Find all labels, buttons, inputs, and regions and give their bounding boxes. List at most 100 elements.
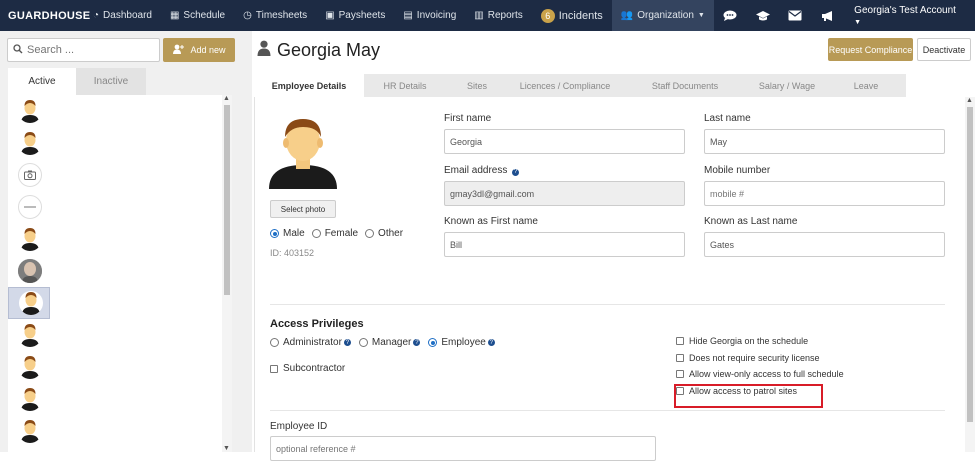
option-view-only-schedule[interactable]: Allow view-only access to full schedule	[676, 369, 844, 379]
email-field[interactable]	[444, 181, 685, 206]
last-name-label: Last name	[704, 113, 751, 124]
employee-list-item[interactable]	[8, 415, 222, 447]
account-menu[interactable]: Georgia's Test Account ▼	[844, 5, 975, 27]
brand-logo[interactable]: GUARDHOUSE	[0, 10, 90, 22]
scroll-down-arrow[interactable]: ▼	[223, 445, 230, 452]
users-icon: 👥	[620, 10, 634, 21]
role-manager-radio[interactable]	[358, 338, 368, 347]
tab-inactive[interactable]: Inactive	[76, 68, 146, 95]
tab-salary-wage[interactable]: Salary / Wage	[748, 74, 826, 97]
avatar	[18, 323, 42, 347]
gender-male-radio[interactable]	[270, 229, 279, 238]
graduation-cap-icon[interactable]	[746, 10, 779, 22]
employee-list-item[interactable]	[8, 159, 222, 191]
nav-reports[interactable]: ▥ Reports	[465, 0, 531, 31]
employee-id-field[interactable]	[270, 436, 656, 461]
option-no-security-license[interactable]: Does not require security license	[676, 353, 820, 363]
tab-active[interactable]: Active	[8, 68, 76, 95]
first-name-label: First name	[444, 113, 492, 124]
chat-icon[interactable]	[714, 10, 747, 22]
no-security-license-label: Does not require security license	[689, 353, 820, 363]
add-new-button[interactable]: Add new	[163, 38, 235, 62]
option-hide-schedule[interactable]: Hide Georgia on the schedule	[676, 336, 808, 346]
account-name: Georgia's Test Account	[854, 4, 956, 16]
known-last-input[interactable]	[710, 239, 944, 250]
reports-icon: ▥	[474, 10, 484, 21]
content-scrollbar[interactable]: ▲	[965, 97, 975, 452]
help-icon[interactable]: ?	[413, 339, 421, 346]
employee-list-item[interactable]	[8, 95, 222, 127]
role-administrator-radio[interactable]	[270, 338, 279, 347]
nav-organization[interactable]: 👥 Organization ▼	[611, 0, 714, 31]
role-employee-radio[interactable]	[428, 338, 438, 347]
employee-list-item[interactable]	[8, 319, 222, 351]
search-input[interactable]	[27, 44, 155, 56]
employee-list-item[interactable]	[8, 383, 222, 415]
gender-group: Male Female Other	[270, 228, 410, 239]
first-name-field[interactable]	[444, 129, 685, 154]
avatar	[18, 131, 42, 155]
nav-schedule-label: Schedule	[183, 10, 226, 21]
nav-invoicing[interactable]: ▤ Invoicing	[394, 0, 465, 31]
known-first-input[interactable]	[450, 239, 684, 250]
incidents-badge: 6	[540, 8, 555, 23]
help-icon[interactable]: ?	[512, 168, 520, 176]
first-name-input[interactable]	[450, 136, 684, 147]
gender-male-label: Male	[283, 228, 305, 239]
help-icon[interactable]: ?	[487, 339, 495, 346]
nav-paysheets[interactable]: ▣ Paysheets	[316, 0, 394, 31]
deactivate-button[interactable]: Deactivate	[917, 38, 971, 61]
tab-hr-details[interactable]: HR Details	[364, 74, 446, 97]
employee-list-item[interactable]	[8, 255, 222, 287]
view-only-schedule-checkbox[interactable]	[676, 370, 684, 378]
employee-list-item[interactable]	[8, 223, 222, 255]
scroll-up-arrow[interactable]: ▲	[966, 97, 973, 104]
last-name-field[interactable]	[704, 129, 945, 154]
no-security-license-checkbox[interactable]	[676, 354, 684, 362]
tab-employee-details[interactable]: Employee Details	[254, 74, 364, 97]
mail-icon[interactable]	[779, 10, 812, 21]
calendar-icon: ▦	[169, 10, 180, 21]
divider	[270, 304, 945, 305]
tab-staff-documents[interactable]: Staff Documents	[622, 74, 748, 97]
avatar	[18, 355, 42, 379]
known-first-field[interactable]	[444, 232, 685, 257]
help-icon[interactable]: ?	[343, 339, 351, 346]
search-box[interactable]	[7, 38, 160, 62]
gender-other-radio[interactable]	[365, 229, 375, 238]
clock-icon: ◷	[243, 10, 252, 21]
subcontractor-option[interactable]: Subcontractor	[270, 363, 345, 374]
scroll-up-arrow[interactable]: ▲	[223, 95, 230, 102]
mobile-input[interactable]	[710, 188, 944, 199]
nav-schedule[interactable]: ▦ Schedule	[161, 0, 234, 31]
megaphone-icon[interactable]	[812, 10, 845, 22]
nav-incidents[interactable]: 6 Incidents	[532, 0, 612, 31]
employee-sidebar: Add new Active Inactive ▲ ▼	[0, 31, 252, 452]
mobile-field[interactable]	[704, 181, 945, 206]
employee-list-item[interactable]	[8, 351, 222, 383]
nav-timesheets[interactable]: ◷ Timesheets	[234, 0, 316, 31]
employee-list-item[interactable]	[8, 191, 222, 223]
employee-list-item[interactable]	[8, 287, 50, 319]
email-input[interactable]	[450, 188, 684, 199]
select-photo-button[interactable]: Select photo	[270, 200, 336, 218]
gender-female-radio[interactable]	[311, 229, 321, 238]
tab-licences-compliance[interactable]: Licences / Compliance	[508, 74, 622, 97]
top-navbar: GUARDHOUSE ◔ Dashboard ▦ Schedule ◷ Timeshe…	[0, 0, 975, 31]
sidebar-scrollbar[interactable]: ▲ ▼	[222, 95, 232, 452]
scroll-thumb[interactable]	[967, 107, 973, 422]
nav-dashboard[interactable]: ◔ Dashboard	[84, 0, 161, 31]
subcontractor-checkbox[interactable]	[270, 364, 278, 373]
employee-name: Georgia May	[277, 40, 381, 60]
scroll-thumb[interactable]	[224, 105, 230, 295]
role-group: Administrator? Manager? Employee?	[270, 337, 495, 348]
request-compliance-button[interactable]: Request Compliance	[828, 38, 913, 61]
hide-schedule-checkbox[interactable]	[676, 337, 684, 345]
last-name-input[interactable]	[710, 136, 944, 147]
tab-sites[interactable]: Sites	[446, 74, 508, 97]
known-last-field[interactable]	[704, 232, 945, 257]
employee-id-input[interactable]	[276, 443, 655, 454]
employee-list-item[interactable]	[8, 127, 222, 159]
tab-leave[interactable]: Leave	[826, 74, 906, 97]
access-privileges-title: Access Privileges	[270, 318, 364, 330]
